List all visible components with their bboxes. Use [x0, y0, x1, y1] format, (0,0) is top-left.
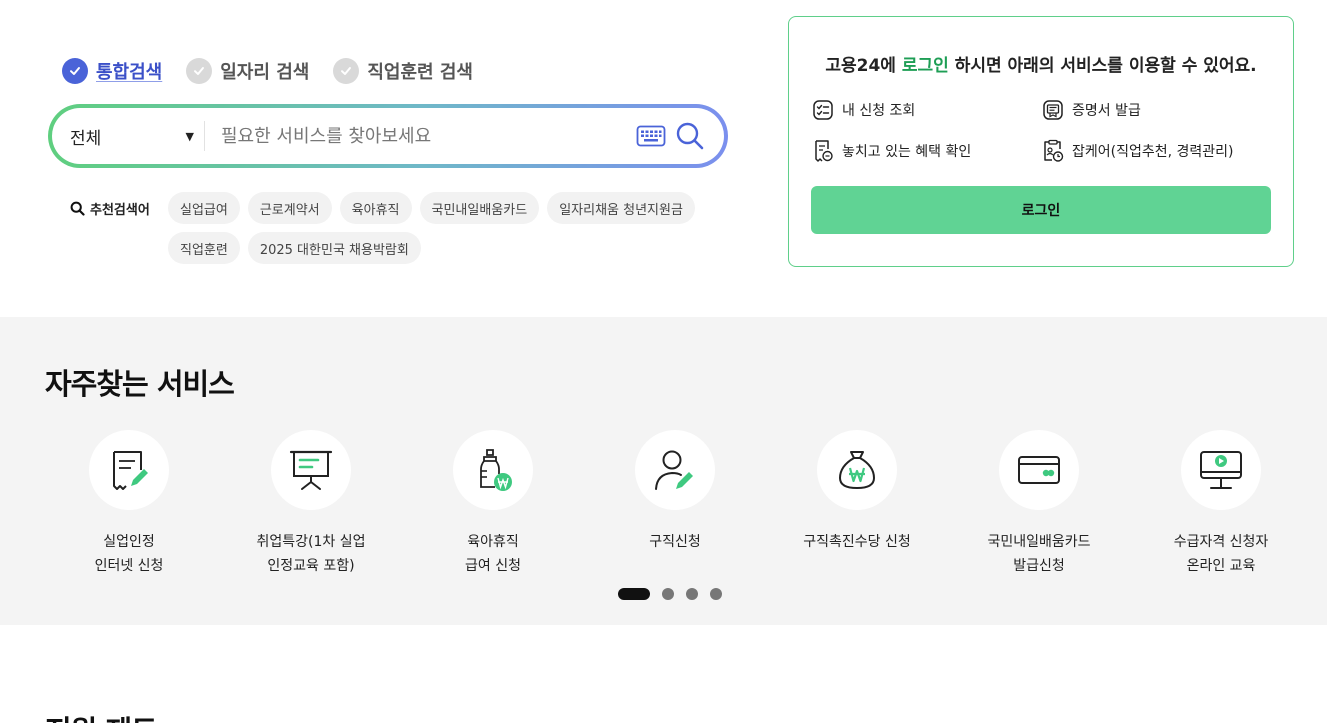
- tab-label: 통합검색: [96, 62, 163, 83]
- tab-label: 일자리 검색: [220, 62, 310, 83]
- category-select-value: 전체: [70, 128, 102, 149]
- search-icon[interactable]: [672, 118, 708, 154]
- keyword-chip[interactable]: 국민내일배움카드: [419, 192, 540, 224]
- service-icon-circle: [1181, 430, 1261, 510]
- keyword-chip[interactable]: 2025 대한민국 채용박람회: [247, 232, 421, 264]
- pager-dot-4[interactable]: [710, 588, 722, 600]
- service-label: 실업인정 인터넷 신청: [94, 534, 164, 574]
- service-icon-circle: [271, 430, 351, 510]
- recommended-title-label: 추천검색어: [90, 203, 150, 218]
- check-circle-icon: [333, 58, 360, 84]
- tab-job-search[interactable]: 일자리 검색: [186, 58, 309, 84]
- frequent-item-unemployment-recognition[interactable]: 실업인정 인터넷 신청: [39, 430, 219, 578]
- caret-down-icon: ▼: [185, 129, 194, 143]
- service-icon-circle: [635, 430, 715, 510]
- login-message-suffix: 하시면 아래의 서비스를 이용할 수 있어요.: [948, 56, 1257, 76]
- keyboard-icon[interactable]: [634, 121, 668, 151]
- presentation-board-icon: [289, 450, 333, 490]
- service-my-applications[interactable]: 내 신청 조회: [812, 99, 915, 121]
- benefit-doc-icon: [815, 140, 833, 162]
- service-icon-circle: [89, 430, 169, 510]
- carousel-pager: [618, 588, 734, 600]
- tab-integrated-search[interactable]: 통합검색: [62, 58, 162, 84]
- check-circle-icon: [186, 58, 213, 84]
- keyword-chips: 실업급여 근로계약서 육아휴직 국민내일배움카드 일자리채움 청년지원금 직업훈…: [168, 192, 728, 272]
- frequent-item-online-education[interactable]: 수급자격 신청자 온라인 교육: [1131, 430, 1311, 578]
- document-pen-icon: [113, 451, 148, 490]
- section-title: 지원 제도: [45, 708, 158, 723]
- section-title: 자주찾는 서비스: [45, 367, 235, 401]
- service-missed-benefits[interactable]: 놓치고 있는 혜택 확인: [812, 139, 971, 163]
- frequent-item-job-promotion-allowance[interactable]: 구직촉진수당 신청: [767, 430, 947, 554]
- check-circle-icon: [62, 58, 88, 84]
- service-icon-circle: [999, 430, 1079, 510]
- frequent-services-section: 자주찾는 서비스 실업인정 인터넷 신청 취업특강(1차 실업 인정교육 포함): [0, 317, 1327, 625]
- login-message: 고용24에 로그인 하시면 아래의 서비스를 이용할 수 있어요.: [789, 51, 1293, 76]
- login-panel: 고용24에 로그인 하시면 아래의 서비스를 이용할 수 있어요. 내 신청 조…: [788, 16, 1294, 267]
- frequent-item-employment-lecture[interactable]: 취업특강(1차 실업 인정교육 포함): [221, 430, 401, 578]
- service-label: 놓치고 있는 혜택 확인: [842, 144, 972, 160]
- search-box: 전체 ▼: [48, 104, 728, 168]
- service-label: 내 신청 조회: [842, 103, 916, 119]
- search-input[interactable]: [205, 125, 634, 147]
- search-icon: [70, 201, 85, 216]
- recommended-title: 추천검색어: [70, 199, 150, 218]
- service-label: 잡케어(직업추천, 경력관리): [1072, 144, 1234, 160]
- baby-bottle-won-icon: [480, 449, 512, 491]
- login-message-prefix: 고용24에: [825, 56, 902, 76]
- money-bag-won-icon: [838, 451, 876, 490]
- service-label: 국민내일배움카드 발급신청: [987, 534, 1091, 574]
- service-certificates[interactable]: 증명서 발급: [1042, 99, 1141, 121]
- login-message-link[interactable]: 로그인: [902, 56, 949, 76]
- search-tabs: 통합검색 일자리 검색 직업훈련 검색: [62, 58, 497, 84]
- keyword-chip[interactable]: 직업훈련: [168, 232, 240, 264]
- card-icon: [1018, 456, 1060, 484]
- category-select[interactable]: 전체 ▼: [52, 108, 204, 164]
- pager-dot-3[interactable]: [686, 588, 698, 600]
- jobcare-clipboard-icon: [1044, 139, 1064, 162]
- service-label: 육아휴직 급여 신청: [465, 534, 521, 574]
- person-pen-icon: [655, 450, 693, 490]
- frequent-item-parental-leave[interactable]: 육아휴직 급여 신청: [403, 430, 583, 578]
- service-label: 수급자격 신청자 온라인 교육: [1173, 534, 1269, 574]
- service-jobcare[interactable]: 잡케어(직업추천, 경력관리): [1042, 139, 1234, 163]
- service-icon-circle: [453, 430, 533, 510]
- monitor-play-icon: [1200, 451, 1242, 489]
- checklist-icon: [813, 100, 833, 120]
- pager-dot-1[interactable]: [618, 588, 650, 600]
- frequent-item-job-application[interactable]: 구직신청: [585, 430, 765, 554]
- service-label: 구직신청: [649, 534, 701, 550]
- login-button[interactable]: 로그인: [811, 186, 1271, 234]
- service-label: 증명서 발급: [1072, 103, 1141, 119]
- service-icon-circle: [817, 430, 897, 510]
- keyword-chip[interactable]: 근로계약서: [247, 192, 332, 224]
- service-label: 취업특강(1차 실업 인정교육 포함): [256, 534, 366, 574]
- keyword-chip[interactable]: 실업급여: [168, 192, 240, 224]
- tab-training-search[interactable]: 직업훈련 검색: [333, 58, 473, 84]
- certificate-icon: [1043, 100, 1063, 120]
- keyword-chip[interactable]: 육아휴직: [339, 192, 412, 224]
- keyword-chip[interactable]: 일자리채움 청년지원금: [547, 192, 695, 224]
- service-label: 구직촉진수당 신청: [803, 534, 911, 550]
- pager-dot-2[interactable]: [662, 588, 674, 600]
- tab-label: 직업훈련 검색: [367, 62, 473, 83]
- frequent-item-learning-card[interactable]: 국민내일배움카드 발급신청: [949, 430, 1129, 578]
- search-inner: 전체 ▼: [52, 108, 724, 164]
